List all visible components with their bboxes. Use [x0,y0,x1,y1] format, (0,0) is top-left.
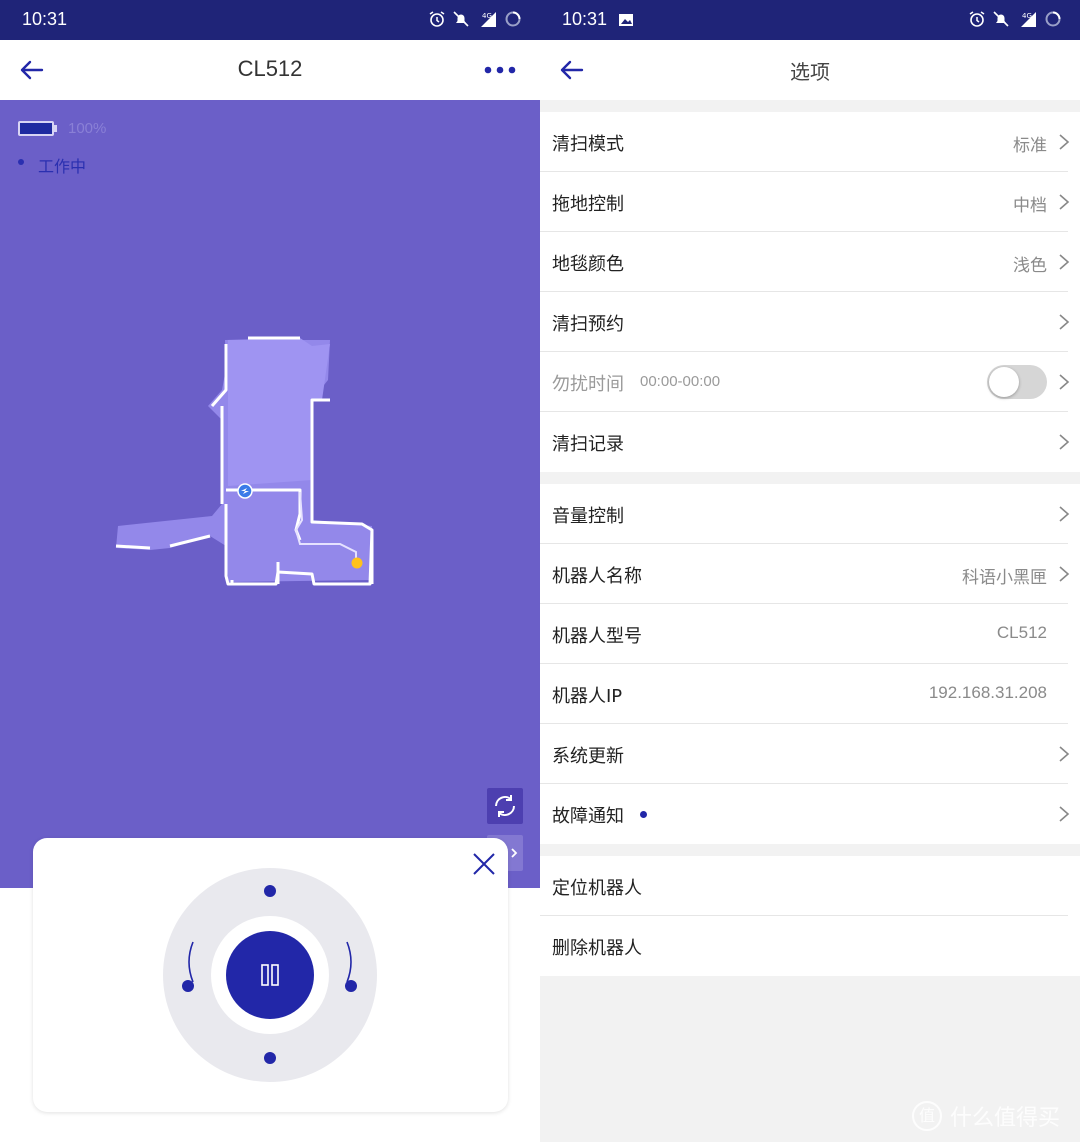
setting-label: 地毯颜色 [552,254,624,275]
svg-text:4G: 4G [482,12,492,20]
upper-room [226,338,330,486]
status-bar: 10:31 4G [0,0,540,40]
delete-robot-button[interactable]: 删除机器人 [540,916,1080,976]
settings-group-device: 音量控制 机器人名称 科语小黑匣 机器人型号 CL512 机器人IP 192.1… [540,484,1080,844]
dnd-toggle[interactable] [987,365,1047,399]
page-title: CL512 [237,56,303,81]
rotate-left-arc [183,940,195,984]
alarm-icon [428,10,446,32]
chevron-right-icon [1059,806,1070,822]
robot-position [351,557,363,569]
chevron-right-icon [1059,566,1070,582]
loading-icon [1044,10,1062,32]
app-bar: 选项 [540,40,1080,100]
floor-map [115,336,374,586]
setting-label: 故障通知 [552,806,624,827]
app-bar: CL512 [0,40,540,100]
setting-volume[interactable]: 音量控制 [540,484,1080,544]
chevron-right-icon [1059,374,1070,390]
status-time: 10:31 [562,9,608,29]
setting-robot-ip: 机器人IP 192.168.31.208 [540,664,1080,724]
setting-value: 192.168.31.208 [928,683,1047,702]
remote-control-panel [33,838,508,1112]
setting-label: 拖地控制 [552,194,624,215]
watermark-logo: 值 [912,1101,942,1131]
status-bar: 10:31 4G [540,0,1080,40]
options-screen: 10:31 4G 选项 清扫模式 标准 拖地控制 中档 地毯颜色 浅色 清扫预约… [540,0,1080,1142]
mute-bell-icon [452,10,470,32]
rotate-right-arc [345,940,357,984]
toggle-knob [989,367,1019,397]
setting-label: 机器人名称 [552,566,642,587]
robot-map-screen: 10:31 4G CL512 100% 工作中 [0,0,540,1142]
setting-label: 机器人IP [552,686,623,707]
status-time: 10:31 [22,9,68,29]
signal-icon: 4G [476,10,498,32]
dpad-center [211,916,329,1034]
setting-fault-notice[interactable]: 故障通知 [540,784,1080,844]
setting-label: 清扫记录 [552,434,624,455]
setting-label: 系统更新 [552,746,624,767]
setting-label: 删除机器人 [552,938,642,959]
watermark: 值 什么值得买 [912,1096,1060,1136]
setting-value: 科语小黑匣 [962,568,1047,588]
setting-mop-control[interactable]: 拖地控制 中档 [540,172,1080,232]
watermark-text: 什么值得买 [950,1106,1061,1131]
chevron-right-icon [1059,314,1070,330]
chevron-right-icon [1059,254,1070,270]
setting-clean-mode[interactable]: 清扫模式 标准 [540,112,1080,172]
direction-pad [163,868,377,1082]
chevron-right-icon [1059,134,1070,150]
more-options-icon[interactable] [480,58,520,82]
setting-label: 勿扰时间 [552,374,624,395]
setting-value: 浅色 [1013,256,1047,275]
setting-label: 清扫模式 [552,134,624,155]
settings-group-actions: 定位机器人 删除机器人 [540,856,1080,976]
pause-button[interactable] [226,931,314,1019]
locate-robot-button[interactable]: 定位机器人 [540,856,1080,916]
cleaning-map[interactable]: 100% 工作中 [0,100,540,888]
close-icon[interactable] [471,851,497,877]
setting-value: CL512 [996,623,1047,642]
setting-system-update[interactable]: 系统更新 [540,724,1080,784]
setting-label: 机器人型号 [552,626,642,647]
setting-robot-name[interactable]: 机器人名称 科语小黑匣 [540,544,1080,604]
chevron-right-icon [1059,194,1070,210]
refresh-map-button[interactable] [487,788,523,824]
chevron-right-icon [1059,434,1070,450]
setting-do-not-disturb[interactable]: 勿扰时间 00:00-00:00 [540,352,1080,412]
chevron-right-icon [1059,506,1070,522]
page-title: 选项 [790,60,830,84]
status-icons: 4G [968,10,1062,32]
setting-label: 定位机器人 [552,878,642,899]
settings-group-cleaning: 清扫模式 标准 拖地控制 中档 地毯颜色 浅色 清扫预约 勿扰时间 00:00-… [540,112,1080,472]
loading-icon [504,10,522,32]
chevron-right-icon [1059,746,1070,762]
setting-carpet-color[interactable]: 地毯颜色 浅色 [540,232,1080,292]
setting-robot-model: 机器人型号 CL512 [540,604,1080,664]
charging-dock [237,483,253,499]
notification-dot [640,811,647,818]
svg-text:4G: 4G [1022,12,1032,20]
setting-value: 中档 [1013,196,1047,215]
pause-icon [261,964,279,986]
setting-label: 音量控制 [552,506,624,527]
signal-icon: 4G [1016,10,1038,32]
setting-clean-history[interactable]: 清扫记录 [540,412,1080,472]
alarm-icon [968,10,986,32]
dnd-time-range: 00:00-00:00 [640,373,721,390]
setting-label: 清扫预约 [552,314,624,335]
mute-bell-icon [992,10,1010,32]
setting-value: 标准 [1013,136,1047,155]
image-notification-icon [618,12,634,32]
move-forward-button[interactable] [264,885,276,897]
move-backward-button[interactable] [264,1052,276,1064]
status-icons: 4G [428,10,522,32]
setting-clean-schedule[interactable]: 清扫预约 [540,292,1080,352]
